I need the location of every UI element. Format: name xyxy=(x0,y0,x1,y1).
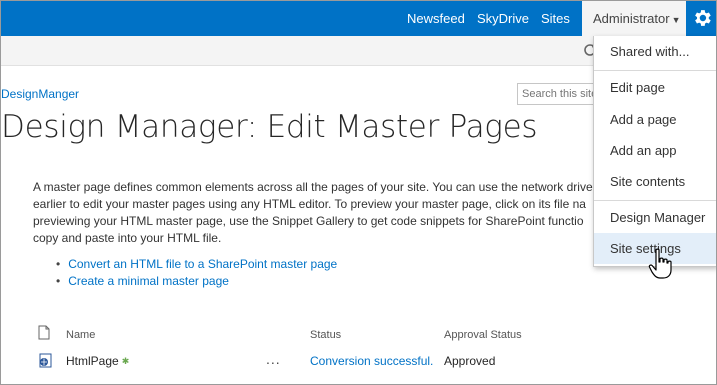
page-title: Design Manager: Edit Master Pages xyxy=(1,109,538,145)
menu-separator xyxy=(594,200,716,201)
menu-item-add-page[interactable]: Add a page xyxy=(594,104,716,135)
item-menu-button[interactable]: ... xyxy=(266,351,281,367)
breadcrumb[interactable]: DesignManger xyxy=(1,87,79,101)
column-header-approval[interactable]: Approval Status xyxy=(444,329,522,341)
menu-item-shared-with[interactable]: Shared with... xyxy=(594,36,716,67)
column-header-status[interactable]: Status xyxy=(310,329,341,341)
menu-item-add-app[interactable]: Add an app xyxy=(594,135,716,166)
user-menu-button[interactable]: Administrator ▼ xyxy=(582,1,686,36)
settings-menu: Shared with... Edit page Add a page Add … xyxy=(593,36,716,267)
create-minimal-master-link[interactable]: Create a minimal master page xyxy=(68,274,229,288)
approval-status: Approved xyxy=(444,354,496,368)
column-header-name[interactable]: Name xyxy=(66,329,95,341)
convert-html-link[interactable]: Convert an HTML file to a SharePoint mas… xyxy=(68,257,337,271)
html-file-icon xyxy=(39,353,52,368)
suite-bar: Newsfeed SkyDrive Sites Administrator ▼ xyxy=(1,1,716,36)
menu-item-design-manager[interactable]: Design Manager xyxy=(594,202,716,233)
table-row-name[interactable]: HtmlPage ✱ xyxy=(66,354,129,368)
user-name: Administrator xyxy=(593,11,670,26)
search-input[interactable] xyxy=(518,84,602,104)
description: A master page defines common elements ac… xyxy=(33,179,593,247)
search-box xyxy=(517,83,602,105)
browser-frame: Newsfeed SkyDrive Sites Administrator ▼ D… xyxy=(0,0,717,385)
bullet: • xyxy=(56,257,61,271)
description-line: earlier to edit your master pages using … xyxy=(33,197,586,211)
new-item-icon: ✱ xyxy=(121,356,130,366)
description-line: copy and paste into your HTML file. xyxy=(33,231,222,245)
file-name[interactable]: HtmlPage xyxy=(66,354,119,368)
menu-separator xyxy=(594,70,716,71)
newsfeed-link[interactable]: Newsfeed xyxy=(407,1,465,36)
hand-cursor-icon xyxy=(648,248,672,279)
document-icon xyxy=(38,325,50,340)
gear-icon[interactable] xyxy=(691,7,713,29)
sites-link[interactable]: Sites xyxy=(541,1,570,36)
skydrive-link[interactable]: SkyDrive xyxy=(477,1,529,36)
list-item: • Convert an HTML file to a SharePoint ma… xyxy=(56,256,337,273)
status-link[interactable]: Conversion successful. xyxy=(310,354,433,368)
list-item: • Create a minimal master page xyxy=(56,273,337,290)
menu-item-edit-page[interactable]: Edit page xyxy=(594,72,716,103)
description-line: A master page defines common elements ac… xyxy=(33,180,593,194)
bullet: • xyxy=(56,274,61,288)
chevron-down-icon: ▼ xyxy=(671,15,681,25)
menu-item-site-contents[interactable]: Site contents xyxy=(594,166,716,197)
action-links: • Convert an HTML file to a SharePoint ma… xyxy=(56,256,337,290)
description-line: previewing your HTML master page, use th… xyxy=(33,214,584,228)
